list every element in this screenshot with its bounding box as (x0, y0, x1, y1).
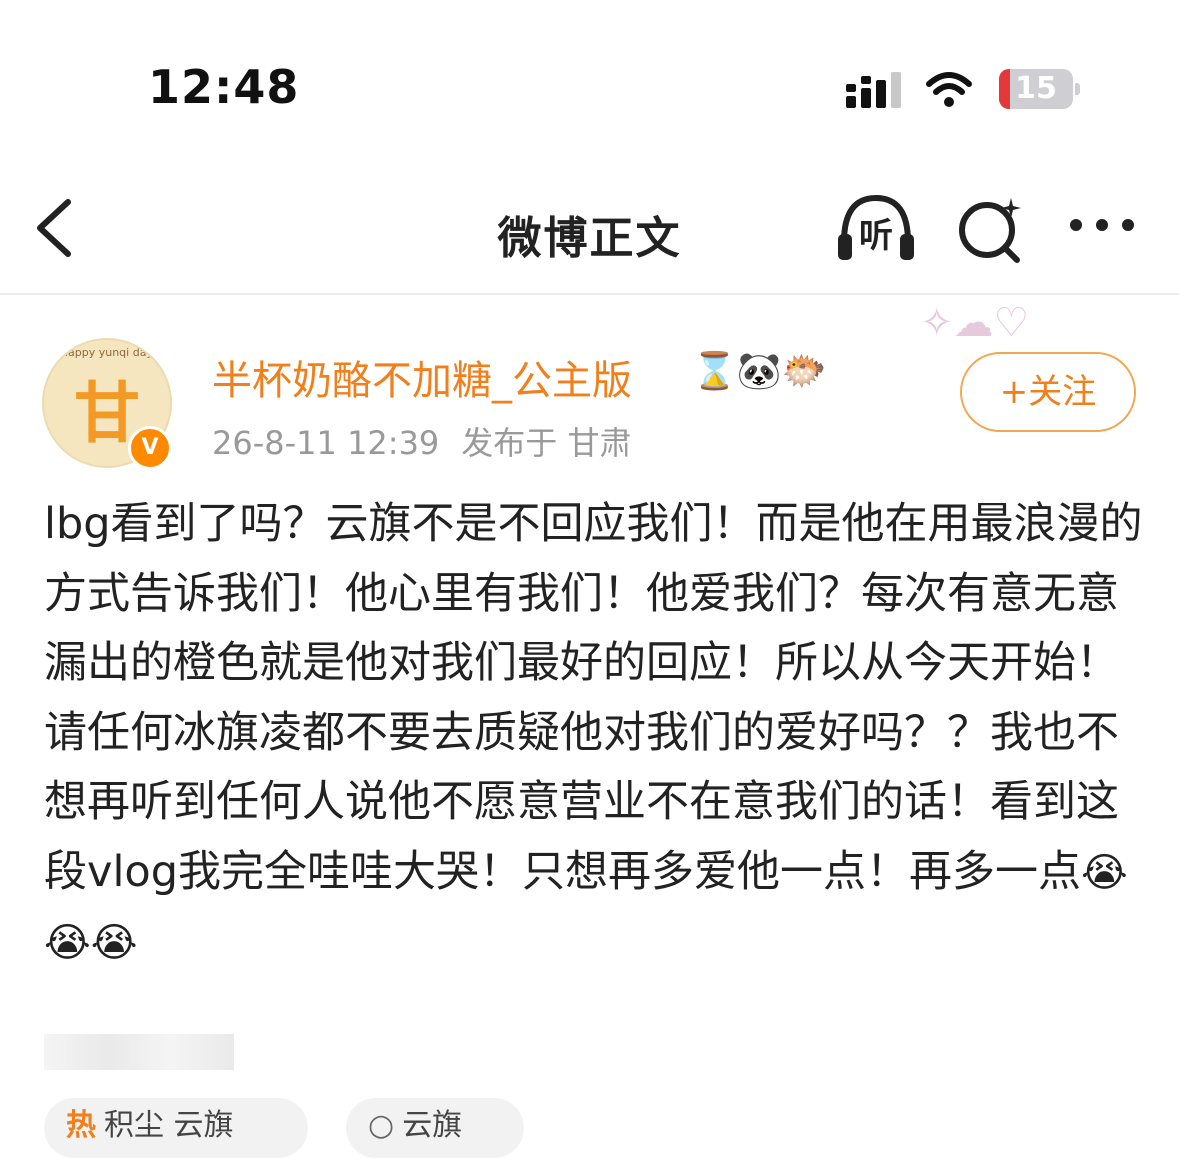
wifi-icon (926, 72, 972, 107)
status-bar: 12:48 15 (0, 0, 1179, 150)
search-icon[interactable] (955, 194, 1025, 264)
post-body: lbg看到了吗？云旗不是不回应我们！而是他在用最浪漫的方式告诉我们！他心里有我们… (44, 490, 1144, 979)
listen-button[interactable]: 听 (834, 192, 918, 264)
hot-tag-icon: 热 (66, 1108, 96, 1143)
status-time: 12:48 (148, 60, 300, 114)
tag-label: 积尘 云旗 (104, 1108, 234, 1143)
listen-label: 听 (859, 216, 893, 256)
blurred-content (44, 1034, 234, 1070)
topic-tag[interactable]: 热积尘 云旗 (44, 1098, 308, 1158)
verified-badge: V (128, 426, 172, 470)
user-badges: ⌛🐼🐡 (692, 351, 827, 392)
username[interactable]: 半杯奶酪不加糖_公主版 (212, 348, 632, 406)
battery-icon: 15 (999, 69, 1081, 109)
more-icon[interactable] (1066, 210, 1138, 240)
tag-label: 云旗 (402, 1108, 463, 1143)
topic-tag[interactable]: ○ 云旗 (346, 1098, 524, 1158)
nav-bar: 微博正文 听 (0, 150, 1179, 295)
signal-icon (846, 72, 901, 108)
post-timestamp: 26-8-11 12:39 (212, 424, 440, 462)
post-meta: 26-8-11 12:39 发布于 甘肃 (212, 418, 631, 464)
search-tag-icon: ○ (368, 1108, 395, 1143)
post-text: lbg看到了吗？云旗不是不回应我们！而是他在用最浪漫的方式告诉我们！他心里有我们… (44, 499, 1143, 897)
avatar-decoration: happy yunqi day (61, 346, 153, 359)
battery-level: 15 (1015, 71, 1057, 106)
cloud-decoration-icon: ✧☁♡ (920, 300, 1030, 346)
follow-button[interactable]: +关注 (960, 352, 1136, 432)
post-location: 发布于 甘肃 (461, 424, 632, 462)
